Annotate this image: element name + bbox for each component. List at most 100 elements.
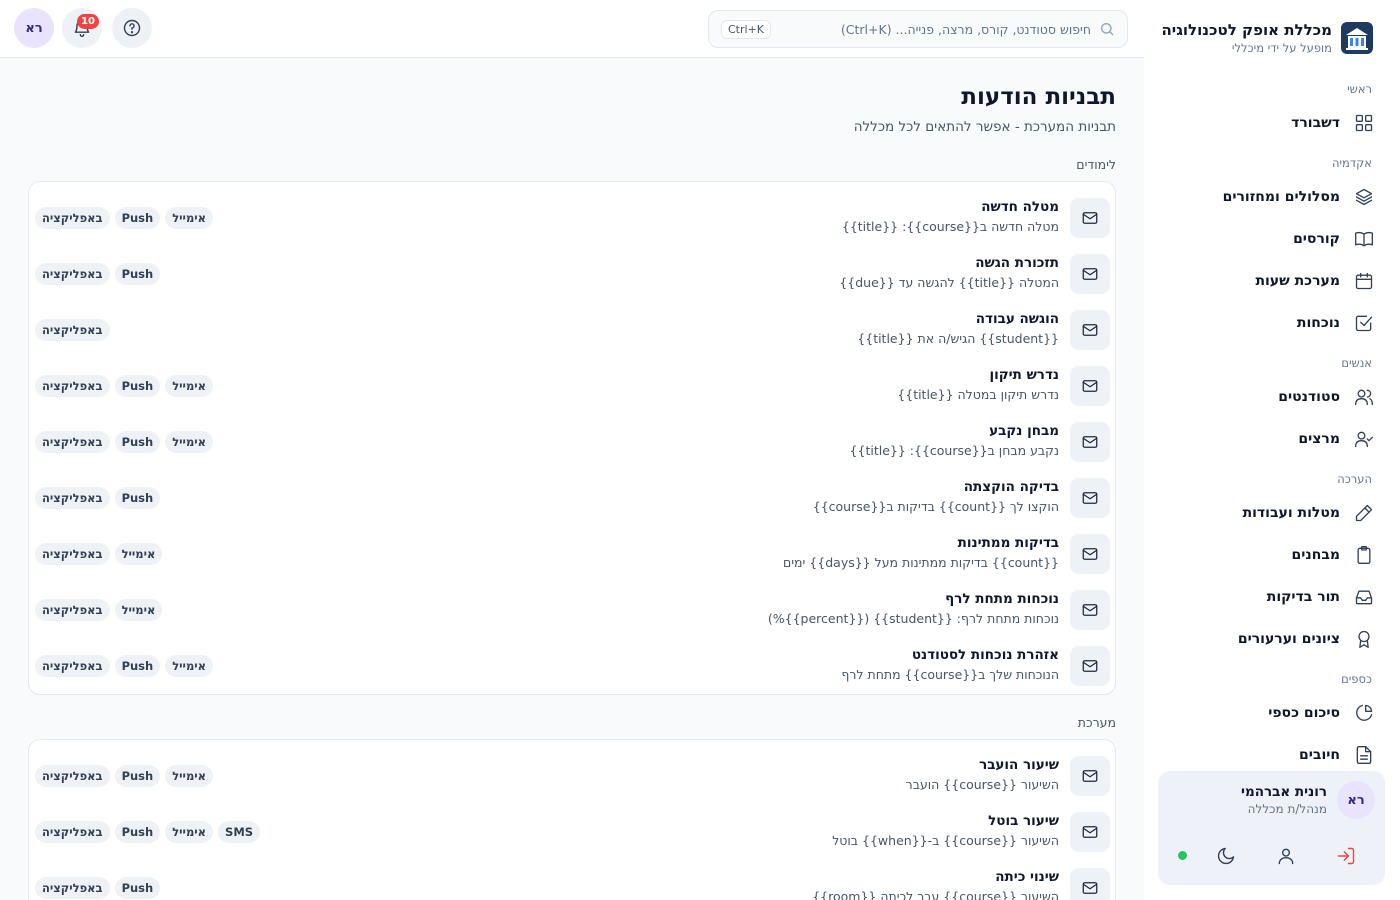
template-row[interactable]: בדיקות ממתינות {{count}} בדיקות ממתינות מ… xyxy=(29,522,1115,578)
channel-chip[interactable]: באפליקציה xyxy=(35,655,110,677)
channel-chip[interactable]: Push xyxy=(114,207,161,229)
brand[interactable]: מכללת אופק לטכנולוגיה מופעל על ידי מיכלל… xyxy=(1161,20,1374,56)
template-row[interactable]: בדיקה הוקצתה הוקצו לך {{count}} בדיקות ב{… xyxy=(29,466,1115,522)
template-mail-button[interactable] xyxy=(1070,646,1110,686)
sidebar-item-charges[interactable]: חיובים xyxy=(1144,734,1400,766)
mail-icon xyxy=(1082,436,1098,448)
sidebar-item-schedule[interactable]: מערכת שעות xyxy=(1144,260,1400,302)
channel-chip[interactable]: אימייל xyxy=(165,655,214,677)
sidebar-item-tracks[interactable]: מסלולים ומחזורים xyxy=(1144,176,1400,218)
dark-mode-toggle[interactable] xyxy=(1211,841,1241,871)
channel-chip[interactable]: אימייל xyxy=(114,543,163,565)
channel-chip[interactable]: Push xyxy=(114,877,161,899)
template-mail-button[interactable] xyxy=(1070,310,1110,350)
sidebar-item-grades[interactable]: ציונים וערעורים xyxy=(1144,618,1400,660)
template-row[interactable]: נוכחות מתחת לרף נוכחות מתחת לרף: {{studen… xyxy=(29,578,1115,634)
template-mail-button[interactable] xyxy=(1070,534,1110,574)
channel-chips: באפליקציה Push אימייל xyxy=(35,765,214,787)
channel-chip[interactable]: באפליקציה xyxy=(35,877,110,899)
notifications-button[interactable]: 10 xyxy=(62,8,102,48)
sidebar-item-courses[interactable]: קורסים xyxy=(1144,218,1400,260)
users-icon xyxy=(1355,389,1373,406)
template-row[interactable]: מטלה חדשה מטלה חדשה ב{{course}}: {{title}… xyxy=(29,186,1115,242)
sidebar-item-students[interactable]: סטודנטים xyxy=(1144,376,1400,418)
brand-name: מכללת אופק לטכנולוגיה xyxy=(1161,21,1332,39)
sidebar-item-grading-queue[interactable]: תור בדיקות xyxy=(1144,576,1400,618)
sidebar-item-assignments[interactable]: מטלות ועבודות xyxy=(1144,492,1400,534)
channel-chip[interactable]: באפליקציה xyxy=(35,765,110,787)
template-mail-button[interactable] xyxy=(1070,198,1110,238)
page-title: תבניות הודעות xyxy=(961,84,1116,110)
template-mail-button[interactable] xyxy=(1070,590,1110,630)
search-bar[interactable]: Ctrl+K xyxy=(708,10,1128,48)
template-row[interactable]: שיעור הועבר השיעור {{course}} הועבר באפליק… xyxy=(29,744,1115,800)
channel-chip[interactable]: באפליקציה xyxy=(35,543,110,565)
template-row[interactable]: תזכורת הגשה המטלה {{title}} להגשה עד {{du… xyxy=(29,242,1115,298)
sidebar: מכללת אופק לטכנולוגיה מופעל על ידי מיכלל… xyxy=(1144,0,1400,900)
template-row[interactable]: שינוי כיתה השיעור {{course}} עבר לכיתה {{… xyxy=(29,856,1115,900)
channel-chip[interactable]: Push xyxy=(114,765,161,787)
profile-button[interactable] xyxy=(1271,841,1301,871)
channel-chip[interactable]: Push xyxy=(114,375,161,397)
sidebar-nav: ראשי דשבורד אקדמיה מסלולים ומחזורים קורס… xyxy=(1144,76,1400,766)
template-body: נוכחות מתחת לרף: {{student}} ({{percent}… xyxy=(767,611,1059,626)
brand-subtitle: מופעל על ידי מיכללי xyxy=(1231,41,1332,55)
template-mail-button[interactable] xyxy=(1070,812,1110,852)
template-row[interactable]: אזהרת נוכחות לסטודנט הנוכחות שלך ב{{cours… xyxy=(29,634,1115,690)
user-icon xyxy=(1278,848,1294,865)
channel-chip[interactable]: Push xyxy=(114,263,161,285)
channel-chip[interactable]: אימייל xyxy=(165,821,214,843)
template-name: אזהרת נוכחות לסטודנט xyxy=(911,647,1059,663)
notifications-badge: 10 xyxy=(77,14,99,29)
sidebar-item-finance-summary[interactable]: סיכום כספי xyxy=(1144,692,1400,734)
channel-chip[interactable]: אימייל xyxy=(114,599,163,621)
channel-chip[interactable]: Push xyxy=(114,821,161,843)
channel-chips: באפליקציה Push xyxy=(35,263,161,285)
template-row[interactable]: הוגשה עבודה {{student}} הגיש/ה את {{title… xyxy=(29,298,1115,354)
sidebar-item-label: נוכחות xyxy=(1296,315,1340,331)
sidebar-item-exams[interactable]: מבחנים xyxy=(1144,534,1400,576)
template-row[interactable]: מבחן נקבע נקבע מבחן ב{{course}}: {{title}… xyxy=(29,410,1115,466)
user-name: רונית אברהמי xyxy=(1241,784,1327,800)
channel-chip[interactable]: באפליקציה xyxy=(35,431,110,453)
nav-section-people: אנשים xyxy=(1341,356,1372,370)
template-mail-button[interactable] xyxy=(1070,478,1110,518)
sidebar-item-dashboard[interactable]: דשבורד xyxy=(1144,102,1400,144)
channel-chip[interactable]: באפליקציה xyxy=(35,599,110,621)
template-mail-button[interactable] xyxy=(1070,868,1110,900)
template-mail-button[interactable] xyxy=(1070,756,1110,796)
search-input[interactable] xyxy=(779,21,1091,37)
template-name: בדיקות ממתינות xyxy=(957,535,1059,551)
user-card: רא רונית אברהמי מנהל/ת מכללה xyxy=(1158,771,1385,885)
channel-chip[interactable]: Push xyxy=(114,655,161,677)
template-mail-button[interactable] xyxy=(1070,422,1110,462)
template-name: מבחן נקבע xyxy=(989,423,1059,439)
template-mail-button[interactable] xyxy=(1070,366,1110,406)
channel-chip[interactable]: באפליקציה xyxy=(35,821,110,843)
user-avatar[interactable]: רא xyxy=(1337,781,1375,819)
channel-chip[interactable]: אימייל xyxy=(165,375,214,397)
channel-chip[interactable]: באפליקציה xyxy=(35,487,110,509)
channel-chip[interactable]: באפליקציה xyxy=(35,207,110,229)
channel-chip[interactable]: אימייל xyxy=(165,431,214,453)
help-button[interactable] xyxy=(112,8,152,48)
channel-chip[interactable]: אימייל xyxy=(165,765,214,787)
template-row[interactable]: שיעור בוטל השיעור {{course}} ב-{{when}} ב… xyxy=(29,800,1115,856)
channel-chip[interactable]: Push xyxy=(114,487,161,509)
channel-chip[interactable]: אימייל xyxy=(165,207,214,229)
shortcut-hint: Ctrl+K xyxy=(721,19,772,39)
channel-chip[interactable]: באפליקציה xyxy=(35,319,110,341)
sidebar-item-lecturers[interactable]: מרצים xyxy=(1144,418,1400,460)
channel-chip[interactable]: SMS xyxy=(218,821,261,843)
logout-button[interactable] xyxy=(1331,841,1361,871)
template-row[interactable]: נדרש תיקון נדרש תיקון במטלה {{title}} באפל… xyxy=(29,354,1115,410)
sidebar-item-attendance[interactable]: נוכחות xyxy=(1144,302,1400,344)
sidebar-item-label: מטלות ועבודות xyxy=(1242,505,1340,521)
template-mail-button[interactable] xyxy=(1070,254,1110,294)
channel-chip[interactable]: Push xyxy=(114,431,161,453)
channel-chip[interactable]: באפליקציה xyxy=(35,375,110,397)
sidebar-item-label: מסלולים ומחזורים xyxy=(1222,189,1340,205)
account-avatar-button[interactable]: רא xyxy=(14,8,54,48)
channel-chip[interactable]: באפליקציה xyxy=(35,263,110,285)
book-icon xyxy=(1355,231,1373,247)
